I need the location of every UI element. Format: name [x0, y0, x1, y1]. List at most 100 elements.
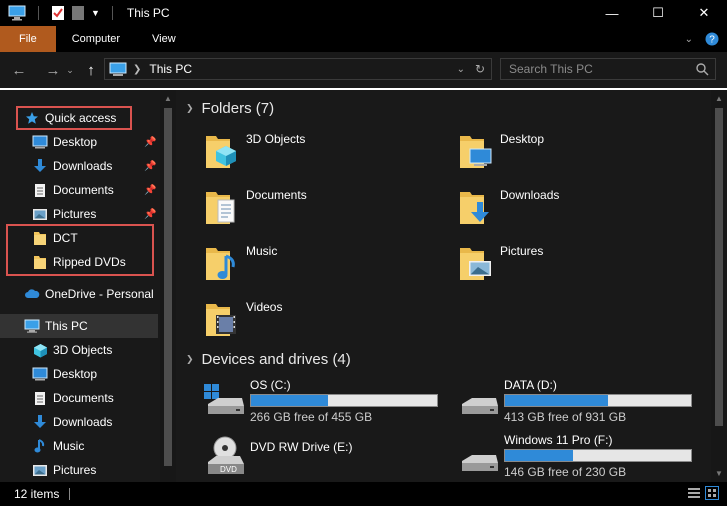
- sidebar-item-label: This PC: [45, 319, 88, 333]
- pin-icon[interactable]: 📌: [144, 161, 156, 172]
- scroll-down-icon[interactable]: ▼: [715, 469, 723, 478]
- title-bar: ▼ This PC — ☐ ✕: [0, 0, 727, 26]
- folder-tile-videos[interactable]: Videos: [200, 294, 430, 344]
- breadcrumb-this-pc[interactable]: This PC: [149, 62, 192, 76]
- folder-tile-pictures[interactable]: Pictures: [454, 238, 684, 288]
- sidebar-item-downloads[interactable]: Downloads 📌: [32, 154, 160, 178]
- sidebar-item-label: OneDrive - Personal: [45, 287, 154, 301]
- sidebar-item-label: Music: [53, 439, 85, 453]
- large-icons-view-icon[interactable]: [705, 486, 719, 500]
- folder-tile-3d-objects[interactable]: 3D Objects: [200, 126, 430, 176]
- sidebar-item-label: Pictures: [53, 463, 97, 477]
- close-button[interactable]: ✕: [681, 0, 727, 26]
- drive-tile-os-c[interactable]: OS (C:) 266 GB free of 455 GB: [204, 378, 454, 424]
- folder-label: 3D Objects: [246, 132, 306, 146]
- customize-toolbar-chevron-icon[interactable]: ▼: [91, 8, 100, 18]
- navigation-pane: Quick access Desktop 📌 Downloads 📌 Docum…: [0, 90, 176, 482]
- scroll-up-icon[interactable]: ▲: [164, 94, 172, 103]
- sidebar-item-downloads[interactable]: Downloads: [32, 410, 112, 434]
- ribbon-tabs: File Computer View ⌄ ?: [0, 26, 727, 52]
- sidebar-item-onedrive[interactable]: OneDrive - Personal: [24, 282, 154, 306]
- sidebar-item-pictures[interactable]: Pictures: [32, 458, 96, 482]
- download-arrow-icon: [32, 158, 48, 174]
- sidebar-item-documents[interactable]: Documents: [32, 386, 114, 410]
- drive-free-space: 266 GB free of 455 GB: [250, 410, 373, 424]
- tab-file[interactable]: File: [0, 26, 56, 52]
- folders-group-header[interactable]: ❯ Folders (7): [186, 100, 274, 117]
- sidebar-item-label: 3D Objects: [53, 343, 113, 357]
- drive-free-space: 413 GB free of 931 GB: [504, 410, 627, 424]
- devices-group-header[interactable]: ❯ Devices and drives (4): [186, 351, 351, 368]
- folder-tile-desktop[interactable]: Desktop: [454, 126, 684, 176]
- drive-usage-fill: [251, 395, 329, 406]
- computer-icon[interactable]: [8, 5, 26, 21]
- back-button[interactable]: ←: [6, 57, 32, 83]
- sidebar-scrollbar[interactable]: ▲: [160, 90, 176, 482]
- new-folder-icon[interactable]: [71, 5, 85, 21]
- folder-tile-music[interactable]: Music: [200, 238, 430, 288]
- content-scrollbar[interactable]: ▲ ▼: [711, 90, 727, 482]
- dvd-drive-icon: DVD: [208, 436, 244, 474]
- drive-usage-fill: [505, 450, 573, 461]
- sidebar-item-3d-objects[interactable]: 3D Objects: [32, 338, 112, 362]
- expand-ribbon-chevron-icon[interactable]: ⌄: [685, 34, 693, 45]
- forward-button[interactable]: →: [40, 57, 66, 83]
- drive-free-space: 146 GB free of 230 GB: [504, 465, 627, 479]
- folder-label: Music: [246, 244, 278, 258]
- sidebar-item-music[interactable]: Music: [32, 434, 84, 458]
- scroll-up-icon[interactable]: ▲: [715, 94, 723, 103]
- computer-icon: [24, 318, 40, 334]
- tab-computer[interactable]: Computer: [56, 26, 136, 52]
- collapse-chevron-icon[interactable]: ❯: [186, 354, 194, 365]
- up-button[interactable]: ↑: [78, 57, 104, 83]
- sidebar-item-label: Documents: [53, 183, 114, 197]
- drive-tile-dvd-e[interactable]: DVD DVD RW Drive (E:): [204, 436, 454, 486]
- drive-usage-bar: [250, 394, 438, 407]
- search-input[interactable]: Search This PC: [500, 58, 716, 80]
- document-icon: [32, 390, 48, 406]
- drive-tile-data-d[interactable]: DATA (D:) 413 GB free of 931 GB: [458, 378, 708, 424]
- drive-name: OS (C:): [250, 378, 291, 392]
- details-view-icon[interactable]: [687, 486, 701, 500]
- folder-label: Pictures: [500, 244, 544, 258]
- maximize-button[interactable]: ☐: [635, 0, 681, 26]
- folder-tile-downloads[interactable]: Downloads: [454, 182, 684, 232]
- cloud-icon: [24, 286, 40, 302]
- sidebar-item-label: Desktop: [53, 135, 98, 149]
- drive-name: DVD RW Drive (E:): [250, 440, 353, 454]
- sidebar-item-label: Documents: [53, 391, 114, 405]
- scrollbar-thumb[interactable]: [164, 108, 172, 466]
- sidebar-item-desktop[interactable]: Desktop: [32, 362, 97, 386]
- refresh-icon[interactable]: ↻: [475, 62, 485, 76]
- help-icon[interactable]: ?: [705, 32, 719, 46]
- drive-usage-bar: [504, 449, 692, 462]
- pin-icon[interactable]: 📌: [144, 209, 156, 220]
- folder-downloads-icon: [460, 192, 489, 224]
- search-placeholder: Search This PC: [509, 62, 593, 76]
- sidebar-item-pictures[interactable]: Pictures 📌: [32, 202, 160, 226]
- collapse-chevron-icon[interactable]: ❯: [186, 103, 194, 114]
- computer-icon: [109, 62, 127, 76]
- drive-name: DATA (D:): [504, 378, 557, 392]
- tab-view[interactable]: View: [136, 26, 192, 52]
- address-dropdown-icon[interactable]: ⌄: [457, 64, 465, 75]
- scrollbar-thumb[interactable]: [715, 108, 723, 426]
- sidebar-item-this-pc[interactable]: This PC: [24, 314, 88, 338]
- sidebar-item-documents[interactable]: Documents 📌: [32, 178, 160, 202]
- pin-icon[interactable]: 📌: [144, 137, 156, 148]
- sidebar-item-desktop[interactable]: Desktop 📌: [32, 130, 160, 154]
- folder-label: Documents: [246, 188, 307, 202]
- pin-icon[interactable]: 📌: [144, 185, 156, 196]
- breadcrumb-chevron-icon[interactable]: ❯: [133, 64, 141, 75]
- address-bar[interactable]: ❯ This PC ⌄ ↻: [104, 58, 492, 80]
- desktop-icon: [32, 134, 48, 150]
- drive-usage-bar: [504, 394, 692, 407]
- drive-tile-windows-11-pro-f[interactable]: Windows 11 Pro (F:) 146 GB free of 230 G…: [458, 433, 708, 479]
- recent-locations-button[interactable]: ⌄: [64, 57, 76, 83]
- minimize-button[interactable]: —: [589, 0, 635, 26]
- download-arrow-icon: [32, 414, 48, 430]
- cube-icon: [32, 342, 48, 358]
- item-count: 12 items: [14, 487, 60, 501]
- properties-icon[interactable]: [51, 5, 65, 21]
- folder-tile-documents[interactable]: Documents: [200, 182, 430, 232]
